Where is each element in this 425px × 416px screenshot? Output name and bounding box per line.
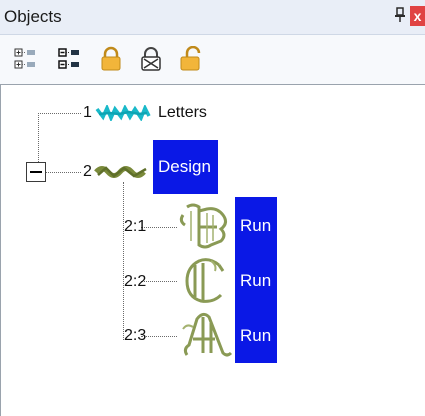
tree-item-selection: Run [235,253,277,308]
expand-all-icon[interactable] [13,46,39,72]
toolbar [0,35,425,84]
tree-connector [38,113,39,162]
unlock-icon[interactable] [178,45,204,72]
lock-icon[interactable] [98,46,124,72]
tree-connector [141,281,177,282]
minus-icon [30,171,42,173]
pin-icon[interactable] [394,6,406,24]
tree-item-label: Run [240,216,272,235]
tree-connector [141,336,177,337]
tree-connector [141,227,177,228]
tree-item-number: 2:1 [124,218,147,235]
tree-item-label: Design [158,157,211,176]
design-thumbnail-icon [94,166,147,178]
tree-item-number: 2:3 [124,327,147,344]
panel-title-bar: Objects x [0,0,425,35]
close-icon: x [413,8,422,24]
tree-item-selection: Design [153,140,218,194]
object-tree: 1 Letters 2 Design 2:1 Run 2:2 Run 2:3 R… [0,84,425,416]
gothic-glyph-b-icon [179,203,228,249]
tree-item-label: Letters [158,104,207,121]
tree-item-number: 2 [83,163,92,180]
tree-connector [46,172,81,173]
collapse-all-icon[interactable] [57,46,83,72]
letters-thumbnail-icon [95,105,151,121]
tree-item-selection: Run [235,308,277,363]
tree-item-selection: Run [235,197,277,254]
tree-item-number: 2:2 [124,273,147,290]
tree-item-number: 1 [83,104,92,121]
tree-connector [38,113,81,114]
collapse-toggle[interactable] [26,162,46,182]
hide-icon[interactable] [138,46,164,72]
tree-item-label: Run [240,271,272,290]
tree-item-label: Run [240,326,272,345]
tree-connector [123,182,124,340]
gothic-glyph-a-icon [182,312,233,357]
gothic-glyph-c-icon [185,258,225,303]
close-button[interactable]: x [410,6,425,26]
panel-title: Objects [4,7,62,26]
